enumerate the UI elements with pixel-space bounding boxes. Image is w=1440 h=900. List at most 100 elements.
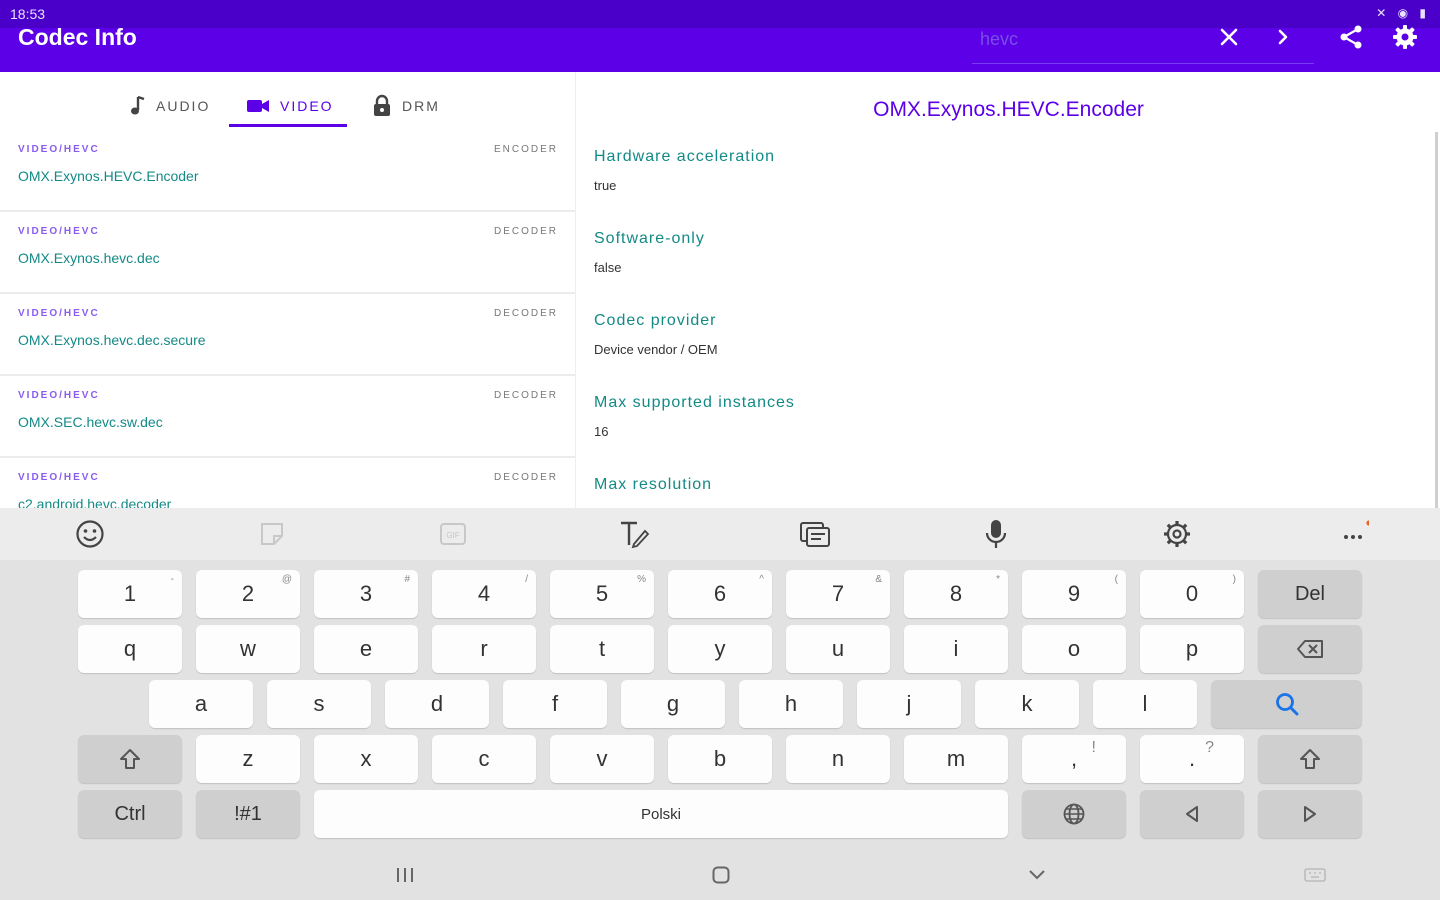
ctrl-key[interactable]: Ctrl bbox=[78, 790, 182, 838]
key-8[interactable]: 8 * bbox=[904, 570, 1008, 618]
key-w[interactable]: w bbox=[196, 625, 300, 673]
key-hint: & bbox=[875, 574, 882, 585]
sticker-button[interactable] bbox=[254, 516, 290, 552]
key-v[interactable]: v bbox=[550, 735, 654, 783]
symbols-key[interactable]: !#1 bbox=[196, 790, 300, 838]
cursor-left-key[interactable] bbox=[1140, 790, 1244, 838]
gear-icon bbox=[1164, 521, 1190, 547]
codec-list-item[interactable]: VIDEO/HEVC OMX.Exynos.hevc.dec DECODER bbox=[0, 212, 575, 294]
key-l[interactable]: l bbox=[1093, 680, 1197, 728]
key-1[interactable]: 1- bbox=[78, 570, 182, 618]
property-value: Device vendor / OEM bbox=[594, 342, 718, 357]
key-9[interactable]: 9( bbox=[1022, 570, 1126, 618]
key-label: 5 bbox=[595, 581, 609, 606]
key-7[interactable]: 7 & bbox=[786, 570, 890, 618]
property-label: Max supported instances bbox=[594, 394, 795, 411]
hide-keyboard-button[interactable] bbox=[1022, 862, 1052, 888]
key-0[interactable]: 0) bbox=[1140, 570, 1244, 618]
cursor-right-key[interactable] bbox=[1258, 790, 1362, 838]
key-r[interactable]: r bbox=[432, 625, 536, 673]
search-submit-button[interactable] bbox=[1270, 22, 1296, 52]
key-4[interactable]: 4/ bbox=[432, 570, 536, 618]
key-p[interactable]: p bbox=[1140, 625, 1244, 673]
svg-text:GIF: GIF bbox=[446, 531, 459, 540]
key-3[interactable]: 3 # bbox=[314, 570, 418, 618]
detail-scrollbar[interactable] bbox=[1435, 132, 1438, 512]
codec-list-item[interactable]: VIDEO/HEVC c2.android.hevc.decoder DECOD… bbox=[0, 458, 575, 508]
recent-apps-button[interactable] bbox=[390, 862, 420, 888]
key-z[interactable]: z bbox=[196, 735, 300, 783]
tab-drm[interactable]: DRM bbox=[372, 86, 440, 126]
key-k[interactable]: k bbox=[975, 680, 1079, 728]
key-f[interactable]: f bbox=[503, 680, 607, 728]
handwriting-button[interactable] bbox=[616, 516, 652, 552]
codec-mime: VIDEO/HEVC bbox=[18, 390, 100, 401]
clear-search-button[interactable] bbox=[1214, 22, 1244, 52]
key-6[interactable]: 6 ^ bbox=[668, 570, 772, 618]
close-icon bbox=[1220, 28, 1238, 46]
key-o[interactable]: o bbox=[1022, 625, 1126, 673]
key-a[interactable]: a bbox=[149, 680, 253, 728]
search-input[interactable] bbox=[980, 24, 1210, 54]
key-n[interactable]: n bbox=[786, 735, 890, 783]
space-key[interactable]: Polski bbox=[314, 790, 1008, 838]
key-c[interactable]: c bbox=[432, 735, 536, 783]
key-x[interactable]: x bbox=[314, 735, 418, 783]
key-label: , bbox=[1070, 746, 1078, 771]
key-j[interactable]: j bbox=[857, 680, 961, 728]
settings-button[interactable] bbox=[1388, 20, 1422, 54]
codec-mime: VIDEO/HEVC bbox=[18, 226, 100, 237]
codec-type: DECODER bbox=[493, 390, 558, 401]
gif-button[interactable]: GIF bbox=[435, 516, 471, 552]
backspace-key[interactable] bbox=[1258, 625, 1362, 673]
key-b[interactable]: b bbox=[668, 735, 772, 783]
codec-list-item[interactable]: VIDEO/HEVC OMX.SEC.hevc.sw.dec DECODER bbox=[0, 376, 575, 458]
key-hint: ) bbox=[1232, 574, 1236, 585]
key-q[interactable]: q bbox=[78, 625, 182, 673]
shift-key-left[interactable] bbox=[78, 735, 182, 783]
search-key[interactable] bbox=[1211, 680, 1362, 728]
key-d[interactable]: d bbox=[385, 680, 489, 728]
keyboard-switch-button[interactable] bbox=[1300, 862, 1330, 888]
tab-video[interactable]: VIDEO bbox=[246, 86, 334, 126]
key-t[interactable]: t bbox=[550, 625, 654, 673]
translate-button[interactable] bbox=[797, 516, 833, 552]
key-period[interactable]: .? bbox=[1140, 735, 1244, 783]
key-y[interactable]: y bbox=[668, 625, 772, 673]
key-comma[interactable]: ,! bbox=[1022, 735, 1126, 783]
delete-key[interactable]: Del bbox=[1258, 570, 1362, 618]
more-options-button[interactable] bbox=[1336, 516, 1372, 552]
key-hint: * bbox=[996, 574, 1000, 585]
key-g[interactable]: g bbox=[621, 680, 725, 728]
key-e[interactable]: e bbox=[314, 625, 418, 673]
key-h[interactable]: h bbox=[739, 680, 843, 728]
codec-list-item[interactable]: VIDEO/HEVC OMX.Exynos.HEVC.Encoder ENCOD… bbox=[0, 130, 575, 212]
caret-left-icon bbox=[1186, 806, 1198, 822]
shift-key-right[interactable] bbox=[1258, 735, 1362, 783]
status-icons: ✕ ◉ ▮ bbox=[1376, 6, 1430, 20]
key-label: 1 bbox=[123, 581, 137, 606]
codec-list-item[interactable]: VIDEO/HEVC OMX.Exynos.hevc.dec.secure DE… bbox=[0, 294, 575, 376]
key-u[interactable]: u bbox=[786, 625, 890, 673]
key-i[interactable]: i bbox=[904, 625, 1008, 673]
key-label: 6 bbox=[713, 581, 727, 606]
emoji-button[interactable] bbox=[72, 516, 108, 552]
tab-audio[interactable]: AUDIO bbox=[130, 86, 210, 126]
share-button[interactable] bbox=[1334, 20, 1368, 54]
voice-input-button[interactable] bbox=[978, 516, 1014, 552]
key-2[interactable]: 2 @ bbox=[196, 570, 300, 618]
key-5[interactable]: 5% bbox=[550, 570, 654, 618]
keyboard-settings-button[interactable] bbox=[1159, 516, 1195, 552]
handwriting-icon bbox=[621, 521, 650, 549]
home-button[interactable] bbox=[706, 862, 736, 888]
codec-type: DECODER bbox=[493, 472, 558, 483]
property-value: false bbox=[594, 260, 622, 275]
key-label: 4 bbox=[477, 581, 491, 606]
property-label: Max resolution bbox=[594, 476, 713, 493]
key-m[interactable]: m bbox=[904, 735, 1008, 783]
key-label: 0 bbox=[1185, 581, 1199, 606]
app-bar: 18:53 ✕ ◉ ▮ Codec Info bbox=[0, 0, 1440, 72]
music-note-icon bbox=[131, 95, 145, 115]
language-key[interactable] bbox=[1022, 790, 1126, 838]
key-s[interactable]: s bbox=[267, 680, 371, 728]
